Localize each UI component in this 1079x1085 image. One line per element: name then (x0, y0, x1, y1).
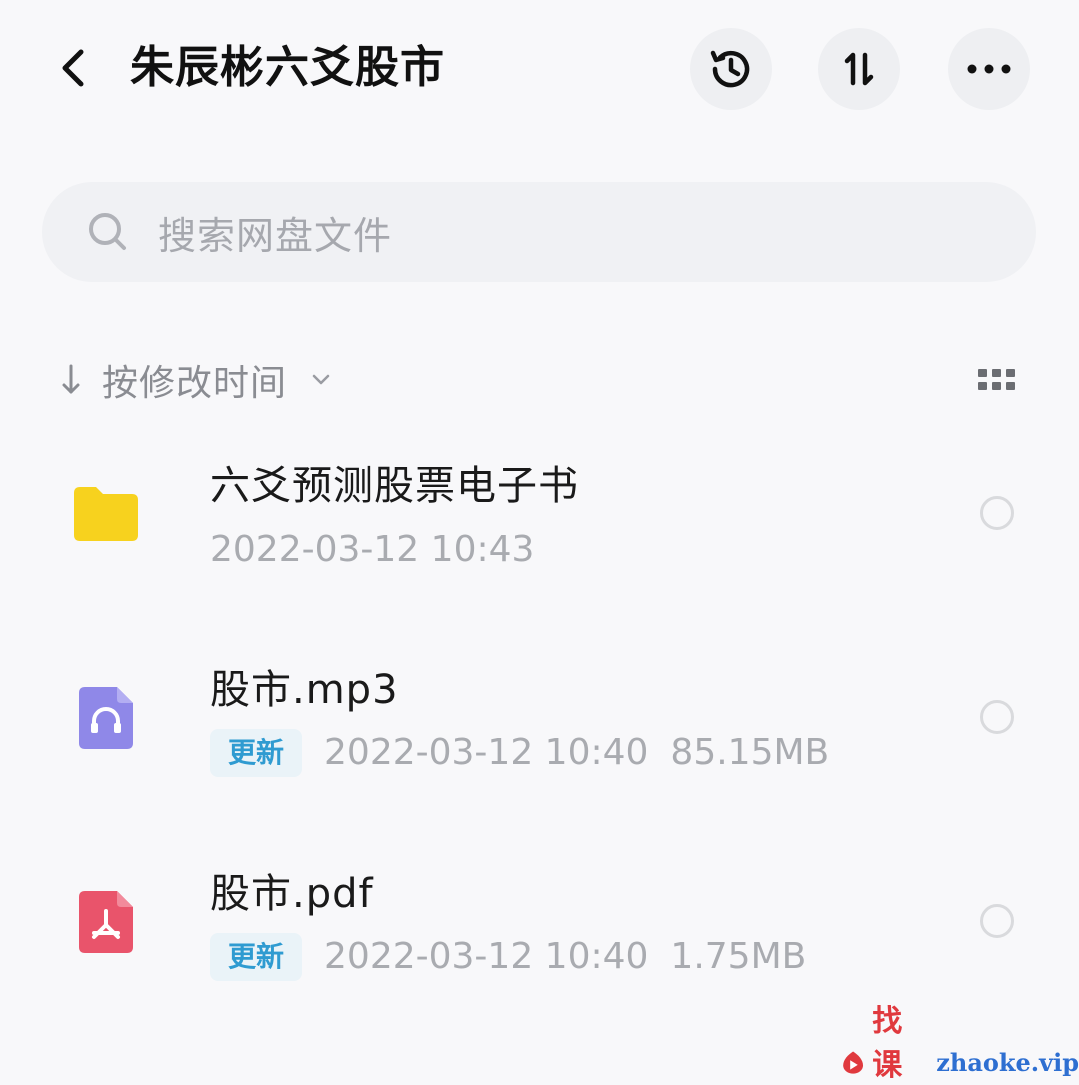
more-dots-icon (967, 64, 1011, 74)
search-box[interactable]: 搜索网盘文件 (42, 182, 1036, 282)
file-datetime: 2022-03-12 10:40 (324, 936, 649, 977)
history-icon (710, 50, 750, 88)
file-row-mp3[interactable]: 股市.mp3 更新 2022-03-12 10:40 85.15MB (0, 644, 1079, 834)
watermark: 找课网 zhaoke.vip (842, 1004, 1079, 1084)
page-title: 朱辰彬六爻股市 (130, 42, 445, 93)
file-meta: 2022-03-12 10:43 (210, 525, 534, 575)
file-name: 股市.pdf (210, 871, 374, 917)
file-datetime: 2022-03-12 10:40 (324, 732, 649, 773)
file-size: 1.75MB (670, 936, 807, 977)
back-button[interactable] (44, 40, 100, 96)
search-placeholder: 搜索网盘文件 (158, 213, 393, 258)
sort-label: 按修改时间 (102, 363, 288, 404)
file-name: 六爻预测股票电子书 (210, 463, 579, 509)
chevron-left-icon (62, 49, 84, 87)
sort-button[interactable] (818, 28, 900, 110)
more-button[interactable] (948, 28, 1030, 110)
select-checkbox[interactable] (980, 904, 1014, 938)
file-datetime: 2022-03-12 10:43 (210, 529, 535, 570)
view-mode-toggle[interactable] (972, 360, 1022, 400)
file-meta: 更新 2022-03-12 10:40 1.75MB (210, 932, 806, 982)
grid-view-icon (978, 369, 1015, 390)
file-name: 股市.mp3 (210, 667, 399, 713)
sort-order-selector[interactable]: 按修改时间 (56, 350, 333, 410)
history-button[interactable] (690, 28, 772, 110)
file-size: 85.15MB (670, 732, 830, 773)
update-badge: 更新 (210, 933, 303, 981)
pdf-file-icon (68, 884, 144, 960)
select-checkbox[interactable] (980, 700, 1014, 734)
top-bar: 朱辰彬六爻股市 (0, 0, 1079, 140)
file-row-folder[interactable]: 六爻预测股票电子书 2022-03-12 10:43 (0, 440, 1079, 630)
audio-file-icon (68, 680, 144, 756)
play-logo-icon (843, 1051, 864, 1074)
sort-arrows-icon (844, 52, 874, 86)
arrow-down-icon (56, 360, 86, 400)
update-badge: 更新 (210, 729, 303, 777)
watermark-cn: 找课网 (872, 1004, 905, 1083)
file-list-page: 朱辰彬六爻股市 搜索网盘文件 按修改时间 六爻预测股票电子书 2022-03-1… (0, 0, 1079, 1085)
chevron-down-icon (309, 368, 333, 392)
file-meta: 更新 2022-03-12 10:40 85.15MB (210, 728, 829, 778)
folder-icon (68, 476, 144, 552)
search-icon (86, 210, 130, 254)
select-checkbox[interactable] (980, 496, 1014, 530)
watermark-en: zhaoke.vip (936, 1047, 1079, 1077)
